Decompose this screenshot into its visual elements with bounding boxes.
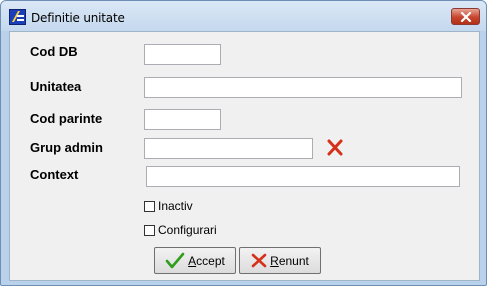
cod-db-input[interactable] [144,44,221,65]
configurari-check-box[interactable] [144,224,155,236]
grup-admin-input[interactable] [144,138,313,159]
close-icon [460,12,472,22]
green-check-icon [165,252,185,269]
unitatea-label: Unitatea [30,79,82,94]
title-bar[interactable]: Definitie unitate [1,1,486,31]
accept-label: Accept [188,253,225,268]
cod-db-label: Cod DB [30,44,78,59]
form-panel: Cod DB Unitatea Cod parinte Grup admin C… [9,31,480,281]
configurari-checkbox[interactable]: Configurari [144,222,236,238]
unitatea-input[interactable] [144,77,462,98]
app-form-icon [9,9,26,25]
close-button[interactable] [451,8,480,25]
grup-admin-clear-button[interactable] [325,139,345,157]
red-x-icon [327,139,343,156]
inactiv-checkbox[interactable]: Inactiv [144,198,193,214]
context-input[interactable] [146,166,460,187]
window-title: Definitie unitate [31,11,125,25]
cod-parinte-label: Cod parinte [30,111,103,126]
grup-admin-label: Grup admin [30,140,103,155]
red-x-icon [251,253,267,268]
configurari-label: Configurari [158,223,217,237]
cod-parinte-input[interactable] [144,109,221,130]
dialog-window: Definitie unitate Cod DB Unitatea Cod pa… [0,0,487,286]
renunt-button[interactable]: Renunt [239,247,321,274]
renunt-label: Renunt [270,253,309,268]
accept-button[interactable]: Accept [154,247,236,274]
inactiv-label: Inactiv [158,199,193,213]
inactiv-check-box[interactable] [144,200,155,212]
context-label: Context [30,167,79,182]
